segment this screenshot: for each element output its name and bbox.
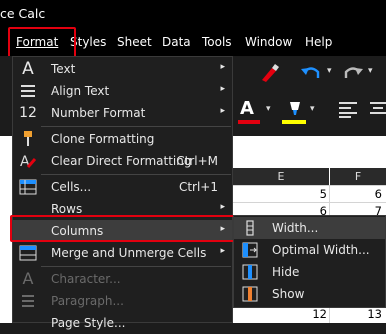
menu-item-clone-formatting[interactable]: Clone Formatting <box>13 128 232 150</box>
menu-item-character[interactable]: A Character... <box>13 268 232 290</box>
cell-f1[interactable]: 6 <box>330 187 382 201</box>
submenu-arrow-icon: ▸ <box>220 106 225 116</box>
font-color-dropdown-icon[interactable]: ▾ <box>266 104 271 114</box>
menu-item-page-style[interactable]: Page Style... <box>13 312 232 334</box>
font-color-bar <box>238 120 260 124</box>
redo-dropdown-icon[interactable]: ▾ <box>368 66 373 76</box>
undo-icon[interactable] <box>300 64 322 82</box>
submenu-item-optimal-width[interactable]: Optimal Width... <box>234 239 385 261</box>
format-menu-highlight <box>8 27 76 58</box>
menu-item-align-text[interactable]: Align Text ▸ <box>13 80 232 102</box>
align-left-icon[interactable] <box>338 100 358 118</box>
menu-item-cells[interactable]: Cells... Ctrl+1 <box>13 176 232 198</box>
cells-icon <box>19 179 37 195</box>
font-color-icon[interactable]: A <box>240 98 254 119</box>
menu-item-paragraph[interactable]: Paragraph... <box>13 290 232 312</box>
align-center-icon[interactable] <box>370 100 386 118</box>
highlight-dropdown-icon[interactable]: ▾ <box>310 104 315 114</box>
menu-sheet[interactable]: Sheet <box>117 35 152 49</box>
highlight-color-icon[interactable] <box>284 98 306 118</box>
highlight-color-bar <box>282 120 306 124</box>
cell-f3[interactable]: 13 <box>330 307 382 321</box>
align-text-icon <box>21 85 35 97</box>
column-header-e[interactable]: E <box>233 168 329 185</box>
clone-formatting-icon <box>24 131 32 146</box>
character-icon: A <box>22 269 34 288</box>
redo-icon[interactable] <box>344 64 364 82</box>
menu-item-clear-direct-formatting[interactable]: A Clear Direct Formatting Ctrl+M <box>13 150 232 172</box>
submenu-arrow-icon: ▸ <box>220 84 225 94</box>
window-title: ce Calc <box>0 6 46 21</box>
hide-column-icon <box>242 264 258 280</box>
menu-tools[interactable]: Tools <box>202 35 232 49</box>
menu-window[interactable]: Window <box>245 35 292 49</box>
menu-item-number-format[interactable]: 12 Number Format ▸ <box>13 102 232 124</box>
menu-separator <box>41 266 231 267</box>
menu-separator <box>41 174 231 175</box>
menu-help[interactable]: Help <box>305 35 332 49</box>
svg-text:A: A <box>20 154 30 170</box>
text-icon: A <box>22 59 34 79</box>
grid-line <box>233 185 386 186</box>
menu-separator <box>41 126 231 127</box>
optimal-width-icon <box>242 242 258 258</box>
menu-data[interactable]: Data <box>162 35 191 49</box>
submenu-item-show[interactable]: Show <box>234 283 385 305</box>
number-format-icon: 12 <box>19 105 37 121</box>
brush-icon[interactable] <box>258 62 282 84</box>
submenu-arrow-icon: ▸ <box>220 246 225 256</box>
title-bar: ce Calc <box>0 0 386 28</box>
merge-cells-icon <box>19 245 37 261</box>
format-menu: A Text ▸ Align Text ▸ 12 Number Format ▸… <box>12 56 233 330</box>
paragraph-icon <box>22 295 34 307</box>
submenu-arrow-icon: ▸ <box>220 202 225 212</box>
columns-submenu: Width... Optimal Width... Hide Show <box>233 215 386 308</box>
menu-item-text[interactable]: A Text ▸ <box>13 58 232 80</box>
submenu-item-width[interactable]: Width... <box>234 217 385 239</box>
undo-dropdown-icon[interactable]: ▾ <box>327 66 332 76</box>
show-column-icon <box>242 286 258 302</box>
menu-item-merge-unmerge-cells[interactable]: Merge and Unmerge Cells ▸ <box>13 242 232 264</box>
cell-e3[interactable]: 12 <box>233 307 327 321</box>
column-header-f[interactable]: F <box>330 168 386 185</box>
cell-e1[interactable]: 5 <box>233 187 327 201</box>
clear-formatting-icon: A <box>20 154 37 170</box>
columns-item-highlight <box>10 215 235 242</box>
column-width-icon <box>246 220 254 236</box>
grid-line <box>233 202 386 203</box>
submenu-item-hide[interactable]: Hide <box>234 261 385 283</box>
submenu-arrow-icon: ▸ <box>220 62 225 72</box>
